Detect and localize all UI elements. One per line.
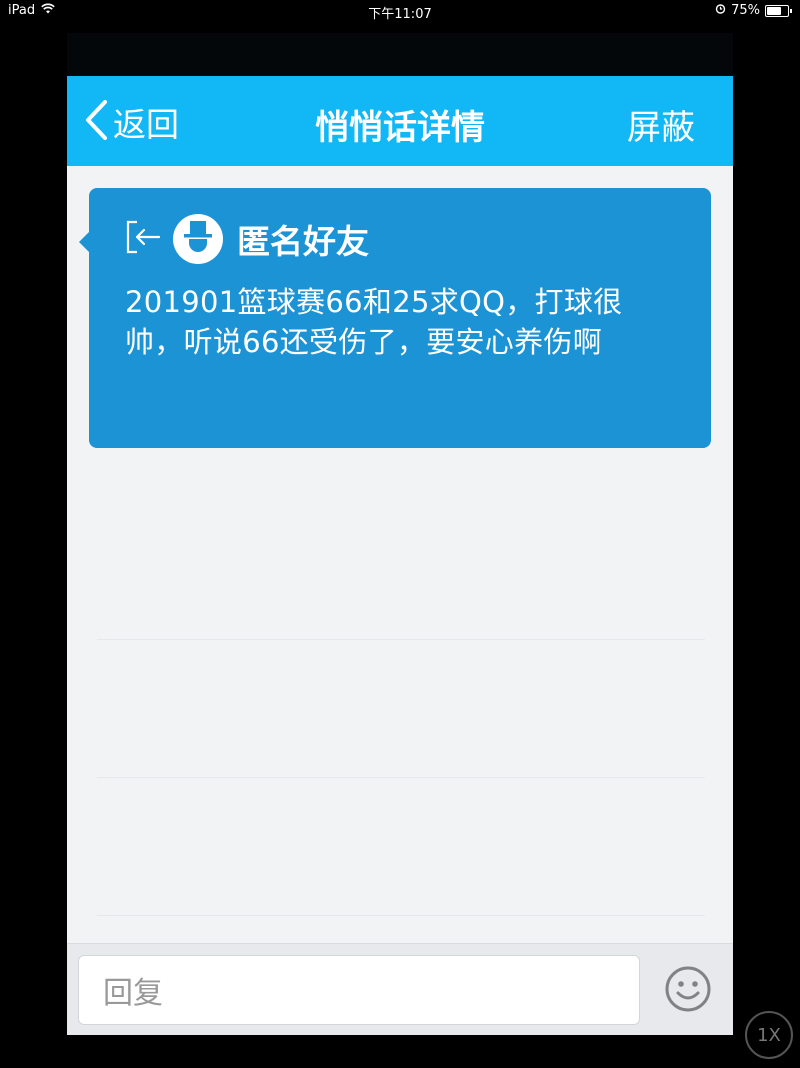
reply-input[interactable]: 回复 <box>78 955 640 1025</box>
sender-name: 匿名好友 <box>237 222 369 261</box>
card-pointer <box>79 232 89 252</box>
battery-tip <box>790 8 792 13</box>
battery-fill <box>767 6 781 15</box>
alarm-icon <box>715 3 726 18</box>
content-area: 匿名好友 201901篮球赛66和25求QQ，打球很帅，听说66还受伤了，要安心… <box>67 166 733 943</box>
battery-percent: 75% <box>731 3 760 18</box>
message-text: 201901篮球赛66和25求QQ，打球很帅，听说66还受伤了，要安心养伤啊 <box>125 285 623 359</box>
reply-placeholder: 回复 <box>103 976 163 1011</box>
anonymous-hat-icon <box>178 217 218 261</box>
status-right: 75% <box>715 3 792 18</box>
back-button[interactable]: 返回 <box>83 100 179 144</box>
back-label: 返回 <box>113 105 179 144</box>
avatar <box>173 214 223 264</box>
battery-icon <box>765 4 789 17</box>
smiley-icon <box>664 966 712 1017</box>
divider <box>97 639 705 640</box>
emoji-button[interactable] <box>664 965 712 1013</box>
card-header: 匿名好友 <box>125 214 369 264</box>
app-top-strip <box>67 33 733 76</box>
message-card: 匿名好友 201901篮球赛66和25求QQ，打球很帅，听说66还受伤了，要安心… <box>79 188 711 448</box>
reply-bar: 回复 <box>67 943 733 1035</box>
block-button[interactable]: 屏蔽 <box>627 100 695 149</box>
divider <box>97 777 705 778</box>
playback-speed-badge[interactable]: 1X <box>745 1011 793 1059</box>
status-time: 下午11:07 <box>368 7 432 22</box>
divider <box>97 915 705 916</box>
nav-bar: 返回 悄悄话详情 屏蔽 <box>67 76 733 166</box>
app-window: 返回 悄悄话详情 屏蔽 匿名好友 201901篮球赛66和25求QQ，打球很帅，… <box>67 33 733 1035</box>
chevron-left-icon <box>83 98 109 146</box>
status-bar: iPad 下午11:07 75% <box>0 0 800 22</box>
inbox-arrow-icon <box>125 219 163 259</box>
